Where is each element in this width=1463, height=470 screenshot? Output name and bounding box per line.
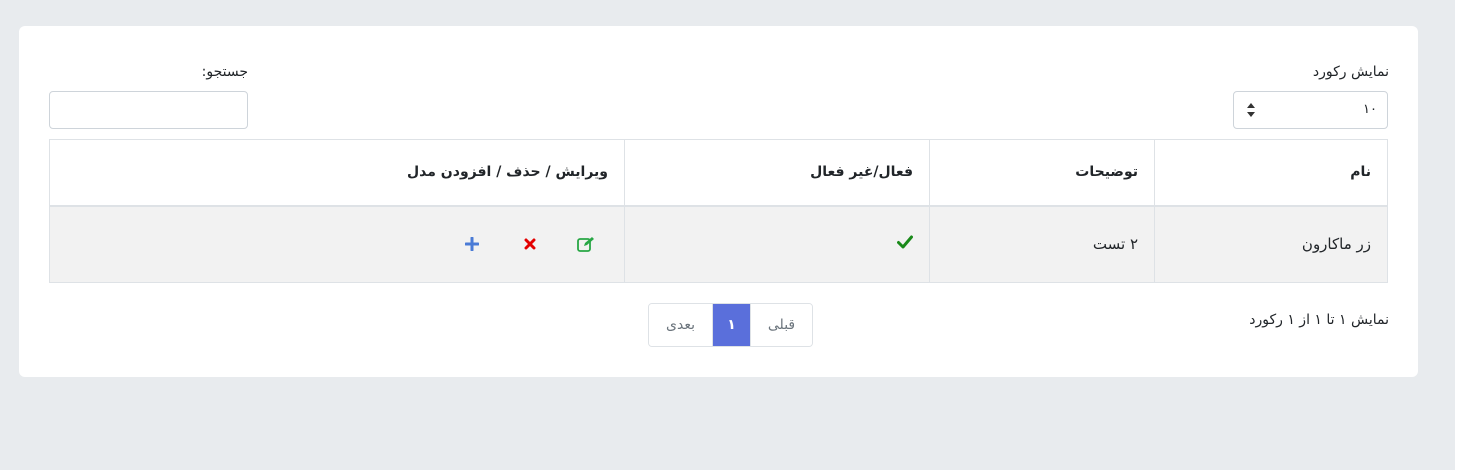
pagination: قبلی ۱ بعدی (648, 303, 813, 347)
column-header-name[interactable]: نام (1154, 139, 1388, 207)
table-row: زر ماکارون ۲ تست (49, 205, 1388, 283)
column-header-description[interactable]: توضیحات (929, 139, 1155, 207)
records-info: نمایش ۱ تا ۱ از ۱ رکورد (1249, 312, 1389, 328)
column-header-active[interactable]: فعال/غیر فعال (624, 139, 930, 207)
cell-name: زر ماکارون (1154, 205, 1388, 283)
sort-arrows-icon (1246, 102, 1256, 118)
row-actions (66, 234, 608, 254)
page-scrollbar[interactable] (1455, 0, 1463, 470)
cell-active (624, 205, 930, 283)
plus-icon[interactable] (462, 234, 482, 254)
search-label: جستجو: (201, 64, 248, 80)
delete-icon[interactable] (520, 234, 540, 254)
page-size-select[interactable]: ۱۰ (1233, 91, 1388, 129)
next-page-button[interactable]: بعدی (649, 304, 713, 346)
cell-description: ۲ تست (929, 205, 1155, 283)
search-input[interactable] (49, 91, 248, 129)
page-size-value: ۱۰ (1363, 102, 1377, 117)
show-records-label: نمایش رکورد (1312, 64, 1389, 80)
column-header-actions[interactable]: ویرایش / حذف / افزودن مدل (49, 139, 625, 207)
datatable-card: نمایش رکورد ۱۰ جستجو: نام توضیحات فعال/غ… (19, 26, 1418, 377)
edit-icon[interactable] (576, 234, 596, 254)
models-table: نام توضیحات فعال/غیر فعال ویرایش / حذف /… (49, 139, 1388, 283)
cell-actions (49, 205, 625, 283)
current-page-button[interactable]: ۱ (713, 304, 750, 346)
check-icon (897, 235, 913, 253)
table-header-row: نام توضیحات فعال/غیر فعال ویرایش / حذف /… (49, 139, 1388, 207)
previous-page-button[interactable]: قبلی (750, 304, 812, 346)
